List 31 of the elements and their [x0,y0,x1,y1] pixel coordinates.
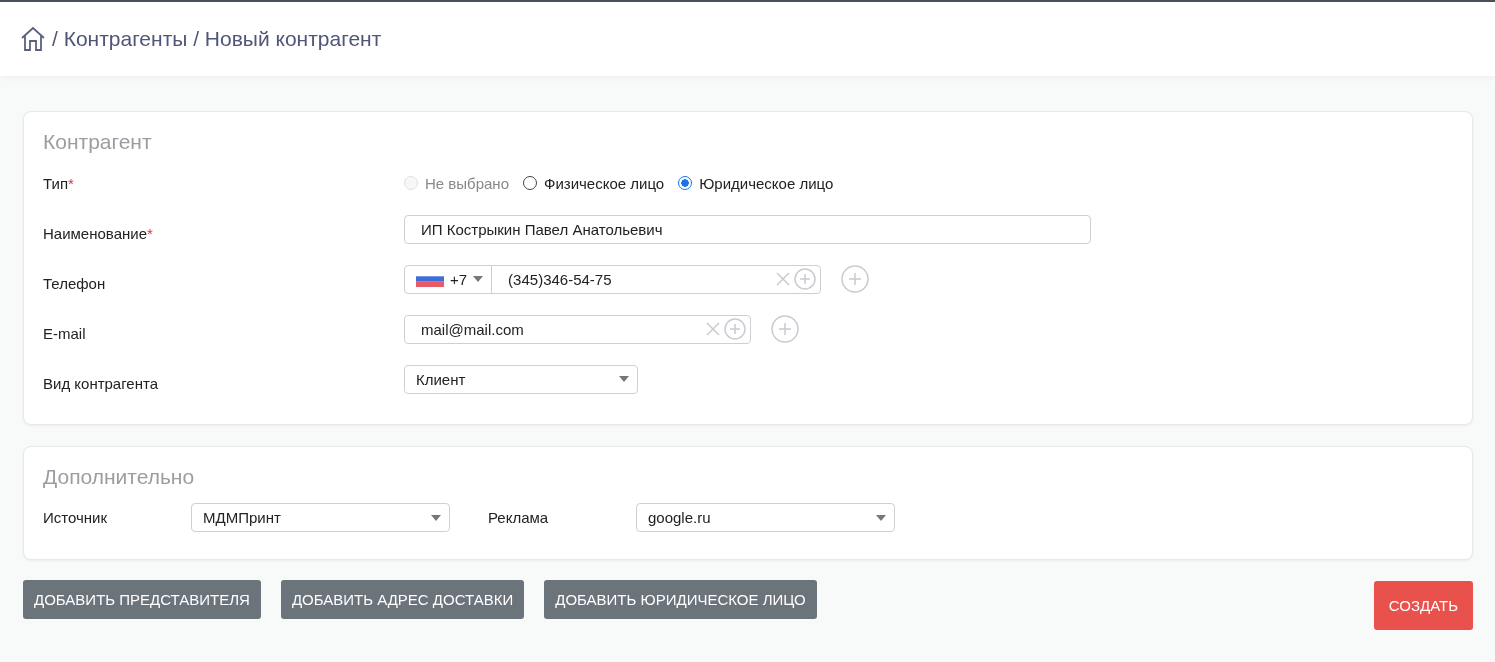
field-label: Вид контрагента [43,374,159,392]
caret-icon[interactable] [431,514,441,521]
caret-icon[interactable] [619,376,629,382]
radio-button[interactable] [678,176,693,190]
home-icon[interactable] [20,26,46,52]
field-label: Тип [43,174,68,192]
breadcrumb-text: / Контрагенты / Новый контрагент [52,27,382,51]
section-title: Контрагент [43,130,153,154]
create-button[interactable]: СОЗДАТЬ [1373,581,1473,630]
caret-icon[interactable] [473,276,484,282]
select-field[interactable]: google.ru [636,503,895,532]
radio-label: Физическое лицо [544,174,665,192]
text-field[interactable]: ИП Кострыкин Павел Анатольевич [404,214,1091,244]
field-label: Источник [43,509,109,526]
field-label: Телефон [43,274,106,292]
add-button[interactable]: ДОБАВИТЬ ПРЕДСТАВИТЕЛЯ [23,580,261,619]
field-label: Наименование [43,224,147,242]
required-mark: * [68,174,74,192]
field-label: Реклама [488,509,550,526]
select-field[interactable]: МДМПринт [191,503,450,532]
radio-label: Не выбрано [425,174,509,192]
caret-icon[interactable] [876,514,886,521]
radio-label: Юридическое лицо [699,174,834,192]
section-title: Дополнительно [43,465,196,489]
required-mark: * [147,224,153,242]
country-code-select[interactable]: +7 [405,265,493,293]
phone-field[interactable]: +7 (345)346-54-75 [404,264,821,294]
select-field[interactable]: Клиент [404,364,638,394]
field-label: E-mail [43,324,86,342]
add-button[interactable]: ДОБАВИТЬ ЮРИДИЧЕСКОЕ ЛИЦО [544,580,817,619]
add-button[interactable]: ДОБАВИТЬ АДРЕС ДОСТАВКИ [280,580,525,619]
